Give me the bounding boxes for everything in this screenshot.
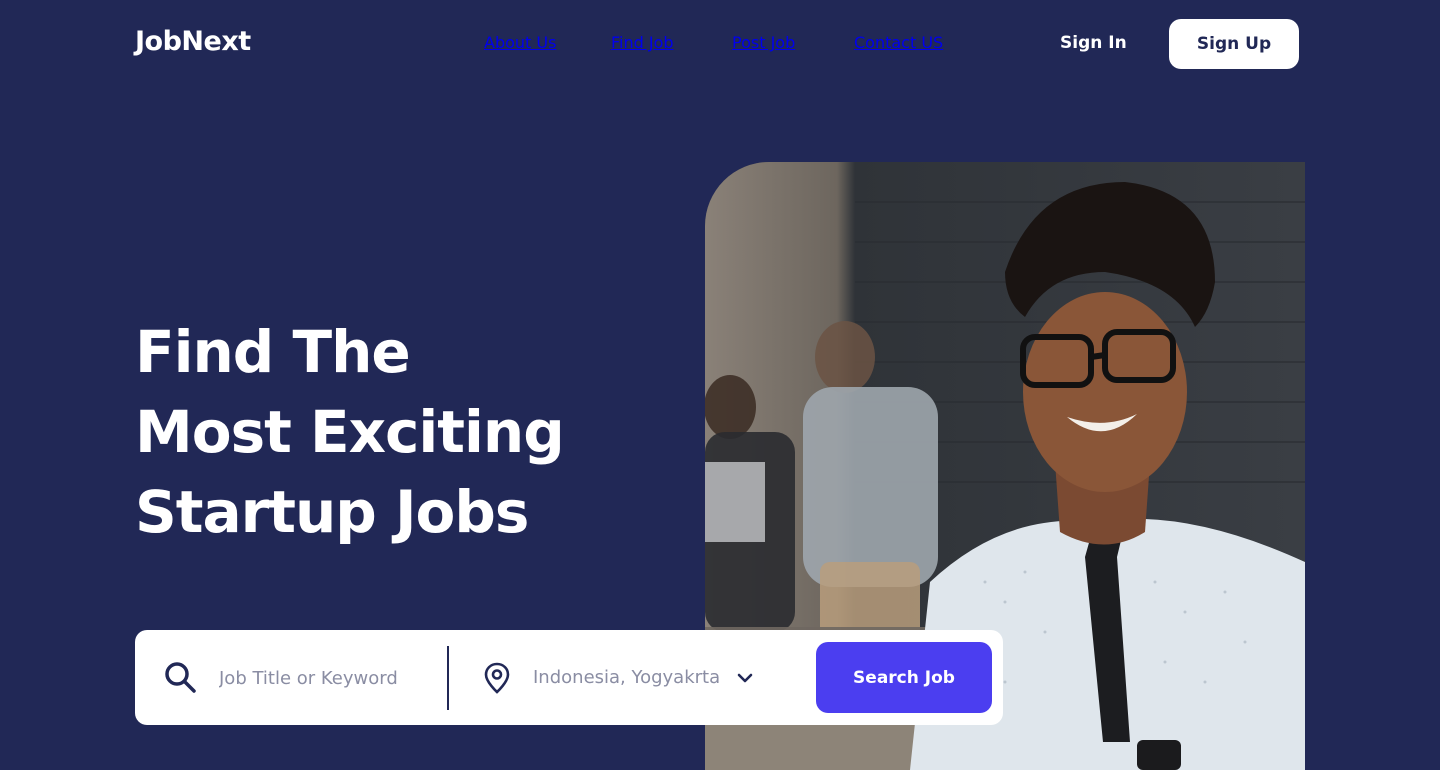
sign-in-link[interactable]: Sign In (1060, 33, 1127, 53)
nav-post-job[interactable]: Post Job (732, 33, 795, 52)
location-select[interactable]: Indonesia, Yogyakrta (533, 667, 720, 688)
search-divider (447, 646, 449, 710)
location-pin-icon (484, 662, 510, 694)
hero-title-line-2: Most Exciting (135, 398, 565, 466)
search-icon (165, 662, 196, 693)
nav-contact-us[interactable]: Contact US (854, 33, 943, 52)
sign-up-button[interactable]: Sign Up (1169, 19, 1299, 69)
hero-title-line-3: Startup Jobs (135, 478, 529, 546)
job-search-bar: Indonesia, Yogyakrta Search Job (135, 630, 1003, 725)
nav-about-us[interactable]: About Us (484, 33, 556, 52)
keyword-input[interactable] (219, 660, 439, 696)
hero-title-line-1: Find The (135, 318, 411, 386)
hero-title: Find The Most Exciting Startup Jobs (135, 312, 695, 552)
search-job-button[interactable]: Search Job (816, 642, 992, 713)
nav-find-job[interactable]: Find Job (611, 33, 674, 52)
chevron-down-icon[interactable] (736, 669, 754, 687)
logo[interactable]: JobNext (135, 26, 251, 57)
